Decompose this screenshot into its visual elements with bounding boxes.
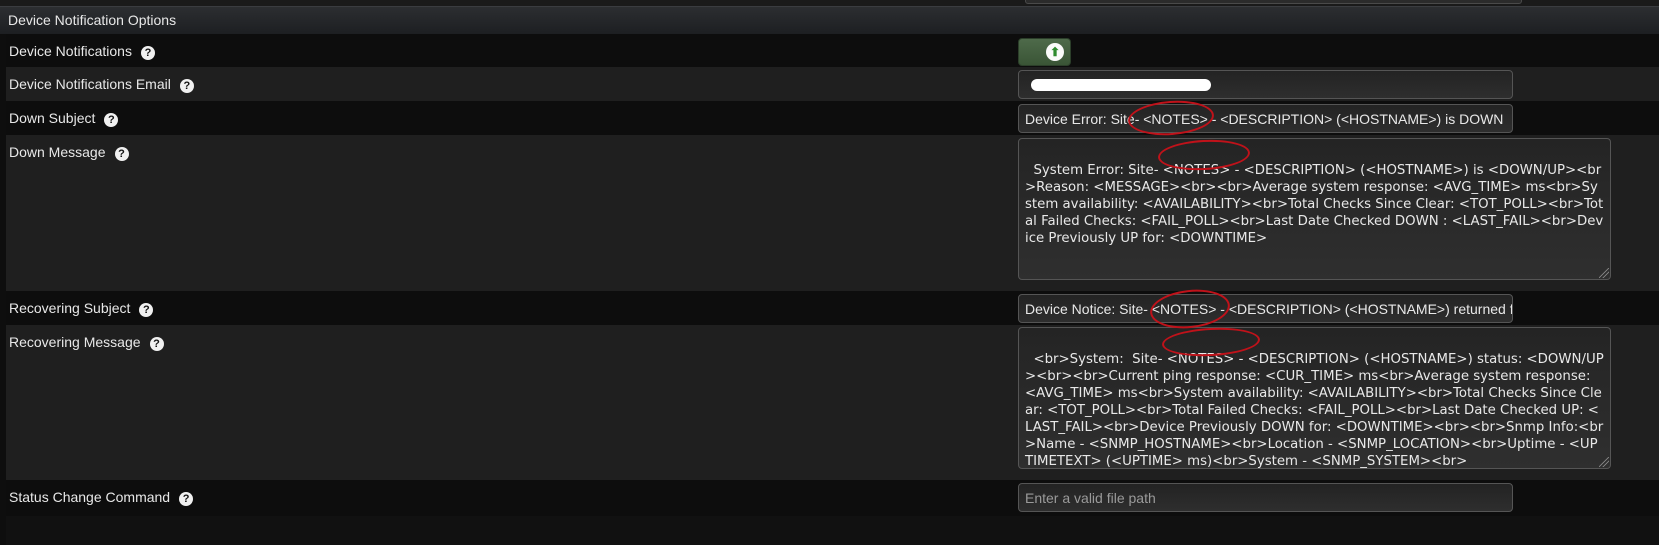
help-icon[interactable]: ?	[104, 113, 119, 127]
section-header: Device Notification Options	[0, 6, 1659, 34]
device-notifications-label: Device Notifications?	[9, 43, 155, 60]
help-icon[interactable]: ?	[140, 46, 155, 60]
help-icon[interactable]: ?	[179, 79, 194, 93]
down-subject-input[interactable]: Device Error: Site- <NOTES> - <DESCRIPTI…	[1018, 104, 1513, 133]
recovering-subject-label: Recovering Subject?	[9, 300, 154, 317]
previous-input-edge	[1025, 0, 1522, 4]
arrow-up-icon: ⬆	[1046, 43, 1064, 61]
help-icon[interactable]: ?	[139, 303, 154, 317]
recovering-message-textarea[interactable]: <br>System: Site- <NOTES> - <DESCRIPTION…	[1018, 327, 1611, 469]
redacted-email	[1031, 79, 1211, 91]
status-change-command-label: Status Change Command?	[9, 489, 194, 506]
help-icon[interactable]: ?	[114, 147, 129, 161]
resize-handle[interactable]	[1599, 268, 1609, 278]
down-message-label: Down Message?	[9, 144, 129, 161]
bottom-filler	[6, 516, 1659, 545]
help-icon[interactable]: ?	[149, 337, 164, 351]
status-change-command-input[interactable]: Enter a valid file path	[1018, 483, 1513, 512]
recovering-subject-input[interactable]: Device Notice: Site- <NOTES> - <DESCRIPT…	[1018, 294, 1513, 323]
notifications-email-input[interactable]	[1018, 70, 1513, 99]
down-message-textarea[interactable]: System Error: Site- <NOTES> - <DESCRIPTI…	[1018, 138, 1611, 280]
help-icon[interactable]: ?	[179, 492, 194, 506]
resize-handle[interactable]	[1599, 457, 1609, 467]
down-subject-label: Down Subject?	[9, 110, 119, 127]
device-notifications-toggle[interactable]: ⬆	[1018, 38, 1071, 66]
recovering-message-label: Recovering Message?	[9, 334, 164, 351]
notifications-email-label: Device Notifications Email?	[9, 76, 194, 93]
row-device-notifications: Device Notifications?	[6, 34, 1659, 67]
